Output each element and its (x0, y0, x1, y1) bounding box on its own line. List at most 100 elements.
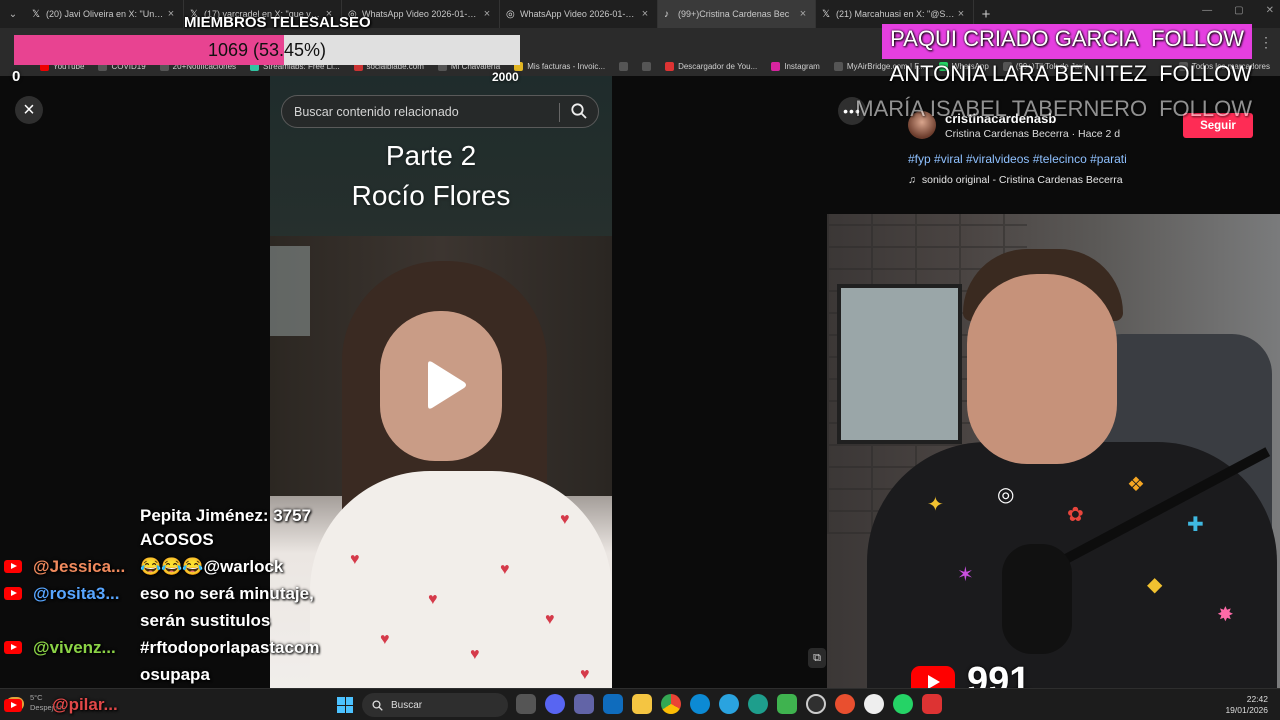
edge-dev-icon[interactable] (748, 694, 768, 714)
tab-title: WhatsApp Video 2026-01-18 at (362, 9, 481, 19)
discord-icon[interactable] (545, 694, 565, 714)
search-icon[interactable] (570, 102, 588, 120)
tab-close-icon[interactable]: × (639, 8, 651, 20)
tab-title: WhatsApp Video 2026-01-18 at (520, 9, 639, 19)
file-explorer-icon[interactable] (516, 694, 536, 714)
background-monitor (837, 284, 962, 444)
chat-text: eso no será minutaje, serán sustitulos (140, 584, 314, 630)
close-window-icon[interactable]: ✕ (1266, 5, 1274, 16)
video-caption: Parte 2 Rocío Flores (270, 136, 592, 216)
follow-word: FOLLOW (1159, 96, 1252, 121)
heart-icon: ♥ (470, 646, 480, 663)
caption-line: Rocío Flores (351, 180, 511, 211)
camtasia-icon[interactable] (777, 694, 797, 714)
follower-name: ANTONIA LARA BENITEZ (889, 61, 1148, 86)
pattern-icon: ✶ (957, 564, 974, 586)
bookmark[interactable] (642, 61, 652, 71)
chat-username: @vivenz... (33, 638, 116, 657)
video-window (270, 246, 310, 336)
follower-alerts: PAQUI CRIADO GARCIA FOLLOW ANTONIA LARA B… (855, 24, 1252, 129)
chat-overlay: Pepita Jiménez: 3757 ACOSOS @Jessica... … (0, 506, 346, 688)
related-search-input[interactable]: Buscar contenido relacionado (281, 95, 599, 128)
pattern-icon: ◆ (1147, 574, 1163, 596)
follower-alert: ANTONIA LARA BENITEZ FOLLOW (890, 59, 1252, 94)
obs-icon[interactable] (806, 694, 826, 714)
heart-icon: ♥ (580, 666, 590, 683)
picture-in-picture-icon[interactable]: ⧉ (808, 648, 826, 668)
tab-search-icon[interactable]: ⌄ (0, 0, 26, 28)
start-button[interactable] (337, 697, 353, 713)
play-icon[interactable] (424, 360, 468, 410)
clock-time: 22:42 (1246, 694, 1268, 704)
globe-icon (619, 61, 629, 71)
windows-taskbar: 5°C Despejado @pilar... Buscar 22:42 19/… (0, 688, 1280, 720)
bookmark[interactable]: Mis facturas - Invoic... (514, 61, 605, 71)
chat-username: @rosita3... (33, 584, 120, 603)
cloud-icon (833, 61, 843, 71)
globe-icon: ◎ (506, 8, 515, 20)
minimize-icon[interactable]: — (1202, 5, 1212, 16)
bookmark[interactable]: Instagram (771, 61, 820, 71)
pattern-icon: ✦ (927, 494, 944, 516)
follower-name: PAQUI CRIADO GARCIA (890, 26, 1140, 51)
whatsapp-icon[interactable] (893, 694, 913, 714)
telegram-icon[interactable] (719, 694, 739, 714)
taskbar-apps (516, 694, 942, 714)
tab-close-icon[interactable]: × (797, 8, 809, 20)
close-icon: × (23, 98, 35, 121)
music-note-icon: ♫ (908, 174, 916, 186)
clock[interactable]: 22:42 19/01/2026 (1225, 694, 1268, 716)
bookmark-label: Instagram (784, 61, 820, 71)
x-logo-icon: 𝕏 (32, 8, 41, 20)
follower-alert: MARÍA ISABEL TABERNERO FOLLOW (855, 94, 1252, 129)
pattern-icon: ◎ (997, 484, 1015, 506)
x-logo-icon: 𝕏 (822, 8, 831, 20)
follow-word: FOLLOW (1159, 61, 1252, 86)
tab-title: (20) Javi Oliveira en X: "Una de (46, 9, 165, 19)
folder-icon[interactable] (632, 694, 652, 714)
edge-icon[interactable] (690, 694, 710, 714)
hashtags[interactable]: #fyp #viral #viralvideos #telecinco #par… (908, 152, 1127, 166)
chat-text: Pepita Jiménez: 3757 (140, 506, 312, 525)
chat-message: @pilar... (0, 691, 140, 719)
tab-close-icon[interactable]: × (165, 8, 177, 20)
snip-icon[interactable] (922, 694, 942, 714)
video-person-shirt: ♥ ♥ ♥ ♥ ♥ ♥ ♥ ♥ (310, 471, 612, 688)
music-info[interactable]: ♫ sonido original - Cristina Cardenas Bec… (908, 174, 1123, 186)
tab-close-icon[interactable]: × (955, 8, 967, 20)
app2-icon[interactable] (864, 694, 884, 714)
browser-tab-active[interactable]: ♪ (99+)Cristina Cardenas Bec × (658, 0, 816, 28)
chrome-icon[interactable] (661, 694, 681, 714)
tab-close-icon[interactable]: × (481, 8, 493, 20)
search-placeholder: Buscar contenido relacionado (294, 104, 459, 119)
heart-icon: ♥ (380, 631, 390, 648)
outlook-icon[interactable] (603, 694, 623, 714)
maximize-icon[interactable]: ▢ (1234, 5, 1243, 16)
goal-progress-bar: 1069 (53.45%) (14, 35, 520, 65)
browser-tab[interactable]: 𝕏 (20) Javi Oliveira en X: "Una de × (26, 0, 184, 28)
goal-max-label: 2000 (492, 70, 519, 84)
youtube-icon (4, 587, 22, 600)
follow-word: FOLLOW (1151, 26, 1244, 51)
close-video-button[interactable]: × (15, 96, 43, 124)
search-label: Buscar (391, 699, 423, 711)
search-icon (372, 699, 383, 711)
microphone (1002, 544, 1072, 654)
taskbar-search[interactable]: Buscar (362, 693, 508, 717)
bookmark-label: Descargador de You... (678, 61, 758, 71)
bookmark[interactable]: Descargador de You... (665, 61, 758, 71)
bookmark[interactable] (619, 61, 629, 71)
app-icon[interactable] (835, 694, 855, 714)
streamer-face (967, 274, 1117, 464)
heart-icon: ♥ (428, 591, 438, 608)
follower-alert: PAQUI CRIADO GARCIA FOLLOW (882, 24, 1252, 59)
caption-line: Parte 2 (385, 140, 477, 171)
new-tab-button[interactable]: + (974, 6, 998, 23)
pattern-icon: ✸ (1217, 604, 1234, 626)
teams-icon[interactable] (574, 694, 594, 714)
browser-menu-icon[interactable]: ⋮ (1259, 34, 1273, 51)
pattern-icon: ❖ (1127, 474, 1145, 496)
browser-tab[interactable]: ◎ WhatsApp Video 2026-01-18 at × (500, 0, 658, 28)
instagram-icon (771, 61, 781, 71)
tiktok-icon: ♪ (664, 8, 669, 20)
